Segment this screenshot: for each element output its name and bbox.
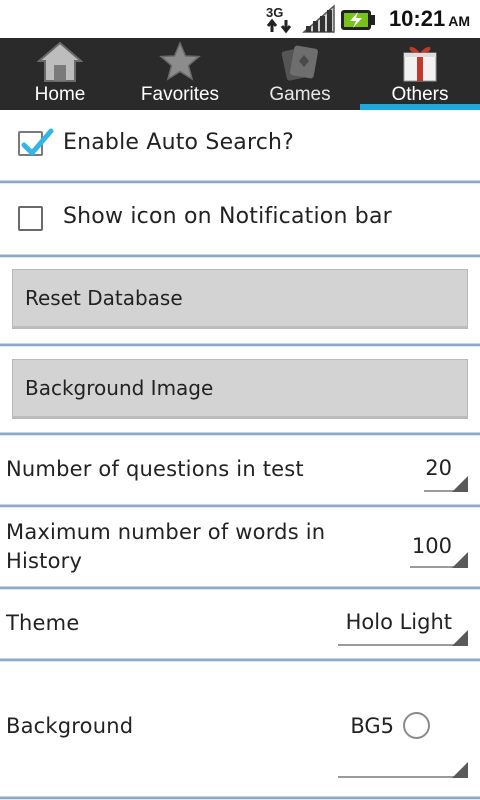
pref-notification-icon[interactable]: Show icon on Notification bar xyxy=(0,184,480,254)
status-bar: 3G 10:21 AM xyxy=(0,0,480,38)
pref-questions-in-test[interactable]: Number of questions in test 20 xyxy=(0,436,480,504)
pref-background[interactable]: Background BG5 xyxy=(0,662,480,796)
background-radio[interactable] xyxy=(403,712,430,739)
auto-search-checkbox[interactable] xyxy=(18,128,54,156)
notification-icon-label: Show icon on Notification bar xyxy=(63,204,392,229)
theme-label: Theme xyxy=(6,611,80,635)
pref-max-history[interactable]: Maximum number of words in History 100 xyxy=(0,508,480,586)
cards-icon xyxy=(278,40,322,84)
gift-icon xyxy=(398,40,442,84)
spinner-underline xyxy=(338,644,468,646)
pref-auto-search[interactable]: Enable Auto Search? xyxy=(0,110,480,180)
tab-home-label: Home xyxy=(34,84,86,105)
background-image-label: Background Image xyxy=(25,376,214,400)
divider xyxy=(0,796,480,800)
clock-ampm: AM xyxy=(448,13,470,29)
network-3g-icon: 3G xyxy=(264,4,298,38)
background-image-button[interactable]: Background Image xyxy=(12,359,468,419)
reset-database-label: Reset Database xyxy=(25,286,183,310)
clock: 10:21 AM xyxy=(389,6,470,32)
questions-in-test-spinner[interactable]: 20 xyxy=(420,456,452,480)
background-value: BG5 xyxy=(350,714,394,738)
max-history-spinner[interactable]: 100 xyxy=(400,534,452,558)
background-label: Background xyxy=(6,714,134,738)
theme-value: Holo Light xyxy=(345,610,452,634)
max-history-value: 100 xyxy=(411,534,452,558)
questions-in-test-value: 20 xyxy=(425,456,452,480)
auto-search-label: Enable Auto Search? xyxy=(63,130,295,155)
spinner-arrow-icon xyxy=(452,552,468,568)
reset-database-button[interactable]: Reset Database xyxy=(12,269,468,329)
star-icon xyxy=(158,40,202,84)
tab-home[interactable]: Home xyxy=(0,38,120,110)
battery-charging-icon xyxy=(340,4,376,38)
background-spinner[interactable]: BG5 xyxy=(330,714,394,738)
clock-time: 10:21 xyxy=(388,6,446,31)
tab-others-label: Others xyxy=(391,84,449,105)
spinner-arrow-icon xyxy=(452,476,468,492)
signal-strength-icon xyxy=(301,4,336,38)
questions-in-test-label: Number of questions in test xyxy=(6,457,304,481)
pref-theme[interactable]: Theme Holo Light xyxy=(0,590,480,658)
spinner-underline xyxy=(338,776,468,778)
divider xyxy=(0,343,480,347)
svg-text:3G: 3G xyxy=(266,5,283,20)
tab-others[interactable]: Others xyxy=(360,38,480,110)
theme-spinner[interactable]: Holo Light xyxy=(320,610,452,634)
tab-games[interactable]: Games xyxy=(240,38,360,110)
tab-favorites[interactable]: Favorites xyxy=(120,38,240,110)
notification-icon-checkbox[interactable] xyxy=(18,206,43,231)
tab-favorites-label: Favorites xyxy=(140,84,220,105)
tab-games-label: Games xyxy=(269,84,331,105)
home-icon xyxy=(37,40,83,84)
divider xyxy=(0,254,480,258)
checkmark-icon xyxy=(21,128,54,156)
spinner-arrow-icon xyxy=(452,630,468,646)
max-history-label: Maximum number of words in History xyxy=(6,520,326,573)
spinner-arrow-icon xyxy=(452,762,468,778)
tab-bar: Home Favorites Games Others xyxy=(0,38,480,110)
